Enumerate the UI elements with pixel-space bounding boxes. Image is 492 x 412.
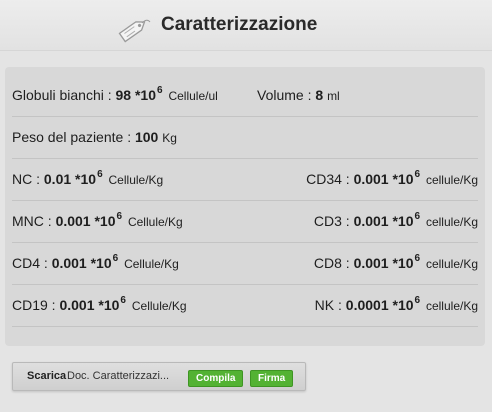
peso-unit: Kg [162,131,177,145]
tag-icon [118,19,151,43]
document-action-bar: Scarica Doc. Caratterizzazi... Compila F… [12,362,306,391]
cd4-unit: Cellule/Kg [124,257,179,271]
nc-value: 0.01 *10 [43,171,97,187]
cd3-exp: 6 [414,211,421,222]
cd8-exp: 6 [414,253,421,264]
cd8-unit: cellule/Kg [425,257,478,271]
cd34-exp: 6 [414,169,421,180]
row-mnc-cd3: MNC : 0.001 *106 Cellule/Kg CD3 : 0.001 … [12,200,478,243]
nk-label: NK : [314,297,342,313]
cd19-value: 0.001 *10 [59,297,120,313]
mnc-value: 0.001 *10 [55,213,116,229]
volume-label: Volume : [257,87,312,103]
cd19-exp: 6 [120,295,126,306]
cd4-value: 0.001 *10 [51,255,112,271]
cd34-label: CD34 : [306,171,350,187]
cd19-label: CD19 : [12,297,56,313]
compila-button[interactable]: Compila [188,370,244,387]
globuli-bianchi-field: Globuli bianchi : 98 *106 Cellule/ul [12,74,218,116]
row-nc-cd34: NC : 0.01 *106 Cellule/Kg CD34 : 0.001 *… [12,158,478,201]
globuli-value: 98 *10 [115,87,156,103]
nc-field: NC : 0.01 *106 Cellule/Kg [12,158,163,200]
volume-unit: ml [327,89,340,103]
header-bar: Caratterizzazione [0,0,492,51]
nk-unit: cellule/Kg [425,299,478,313]
cd34-field: CD34 : 0.001 *106 cellule/Kg [306,158,478,200]
download-link[interactable]: Scarica [27,363,66,390]
globuli-unit: Cellule/ul [168,89,218,103]
nc-label: NC : [12,171,40,187]
cd3-value: 0.001 *10 [353,213,414,229]
cd3-field: CD3 : 0.001 *106 cellule/Kg [314,200,478,242]
peso-field: Peso del paziente : 100 Kg [12,116,177,158]
nk-value: 0.0001 *10 [345,297,414,313]
row-peso: Peso del paziente : 100 Kg [12,116,478,159]
nc-exp: 6 [97,169,103,180]
row-cd19-nk: CD19 : 0.001 *106 Cellule/Kg NK : 0.0001… [12,284,478,327]
page-title: Caratterizzazione [161,14,318,35]
row-cd4-cd8: CD4 : 0.001 *106 Cellule/Kg CD8 : 0.001 … [12,242,478,285]
document-name: Doc. Caratterizzazi... [67,370,170,382]
cd8-field: CD8 : 0.001 *106 cellule/Kg [314,242,478,284]
mnc-unit: Cellule/Kg [127,215,183,229]
cd8-label: CD8 : [313,255,350,271]
globuli-label: Globuli bianchi : [12,87,112,103]
cd34-value: 0.001 *10 [353,171,414,187]
cd3-unit: cellule/Kg [425,215,478,229]
volume-field: Volume : 8 ml [257,74,340,116]
mnc-exp: 6 [116,211,123,222]
nc-unit: Cellule/Kg [108,173,164,187]
characterization-panel: Globuli bianchi : 98 *106 Cellule/ul Vol… [5,67,485,346]
nk-exp: 6 [414,295,421,306]
volume-value: 8 [315,87,324,103]
nk-field: NK : 0.0001 *106 cellule/Kg [315,284,478,326]
cd19-unit: Cellule/Kg [131,299,187,313]
firma-button[interactable]: Firma [250,370,294,387]
cd4-exp: 6 [112,253,119,264]
cd19-field: CD19 : 0.001 *106 Cellule/Kg [12,284,187,326]
peso-value: 100 [134,129,159,145]
cd34-unit: cellule/Kg [425,173,478,187]
mnc-field: MNC : 0.001 *106 Cellule/Kg [12,200,183,242]
cd8-value: 0.001 *10 [353,255,414,271]
mnc-label: MNC : [12,213,52,229]
cd4-field: CD4 : 0.001 *106 Cellule/Kg [12,242,179,284]
peso-label: Peso del paziente : [12,129,132,145]
row-globuli-volume: Globuli bianchi : 98 *106 Cellule/ul Vol… [12,74,478,117]
cd4-label: CD4 : [12,255,48,271]
globuli-exp: 6 [157,85,163,96]
cd3-label: CD3 : [313,213,350,229]
